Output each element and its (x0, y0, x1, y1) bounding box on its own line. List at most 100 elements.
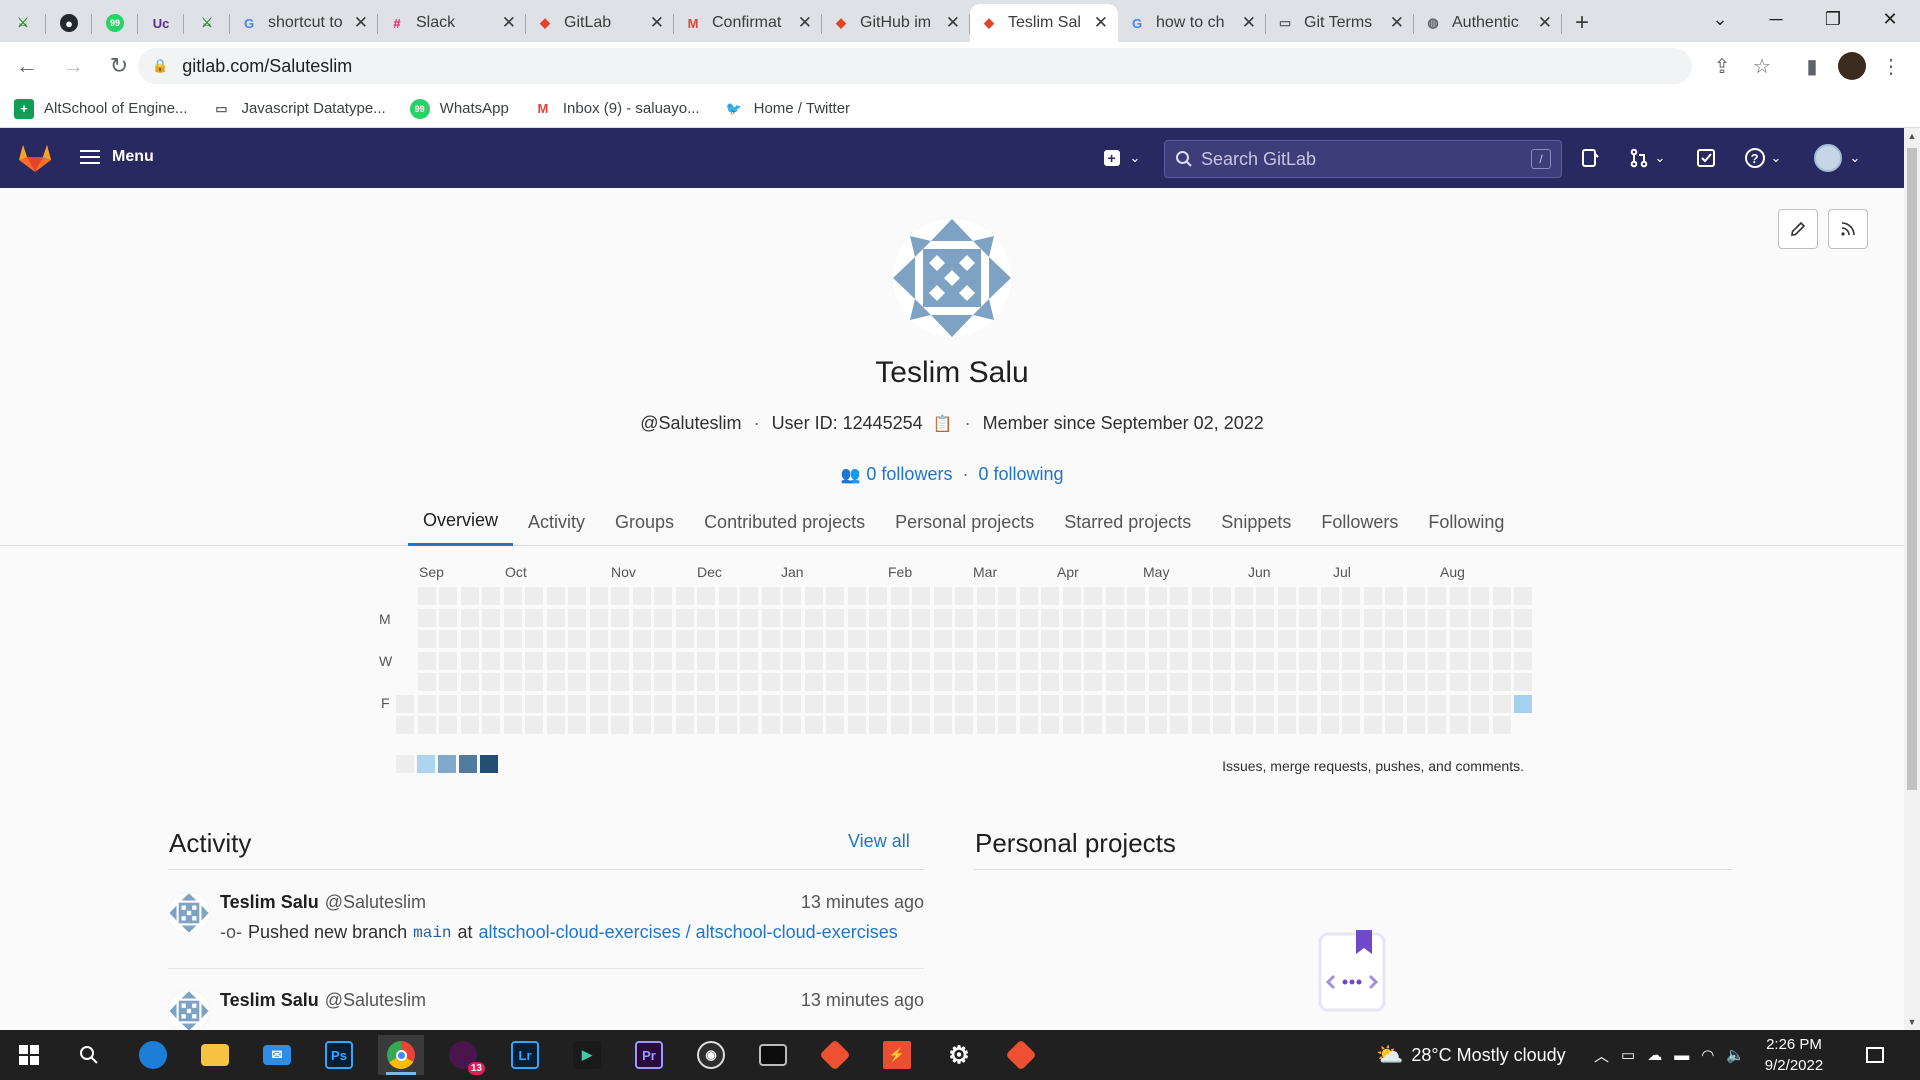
calendar-day-cell[interactable] (912, 608, 930, 627)
close-icon[interactable]: ✕ (1538, 13, 1552, 33)
calendar-day-cell[interactable] (697, 587, 715, 605)
calendar-day-cell[interactable] (1385, 716, 1403, 734)
calendar-day-cell[interactable] (912, 694, 930, 713)
calendar-day-cell[interactable] (1428, 716, 1446, 734)
calendar-day-cell[interactable] (955, 716, 973, 734)
calendar-day-cell[interactable] (675, 587, 694, 605)
rss-feed-button[interactable] (1828, 209, 1868, 249)
calendar-day-cell[interactable] (568, 587, 586, 605)
calendar-day-cell[interactable] (417, 716, 436, 734)
calendar-day-cell[interactable] (503, 673, 522, 691)
calendar-day-cell[interactable] (1041, 694, 1059, 713)
calendar-day-cell[interactable] (1191, 673, 1210, 691)
calendar-day-cell[interactable] (976, 694, 995, 713)
calendar-day-cell[interactable] (933, 716, 952, 734)
reload-icon[interactable]: ↻ (100, 47, 138, 85)
calendar-day-cell[interactable] (1363, 630, 1382, 648)
calendar-day-cell[interactable] (1428, 694, 1446, 713)
calendar-day-cell[interactable] (546, 673, 565, 691)
git-gui-icon[interactable] (998, 1035, 1044, 1075)
calendar-day-cell[interactable] (1363, 587, 1382, 605)
tab-confirmation[interactable]: M Confirmat ✕ (674, 4, 822, 42)
slack-taskbar-icon[interactable]: 13 (440, 1035, 486, 1075)
calendar-day-cell[interactable] (460, 587, 479, 605)
share-icon[interactable]: ⇪ (1704, 48, 1740, 84)
calendar-day-cell[interactable] (847, 630, 866, 648)
calendar-day-cell[interactable] (482, 694, 500, 713)
calendar-day-cell[interactable] (482, 587, 500, 605)
calendar-day-cell[interactable] (890, 587, 909, 605)
tab-snippets[interactable]: Snippets (1206, 498, 1306, 546)
calendar-day-cell[interactable] (1105, 608, 1124, 627)
calendar-day-cell[interactable] (869, 694, 887, 713)
calendar-day-cell[interactable] (503, 630, 522, 648)
calendar-day-cell[interactable] (1170, 608, 1188, 627)
calendar-day-cell[interactable] (761, 608, 780, 627)
help-dropdown[interactable]: ? ⌄ (1738, 142, 1788, 174)
calendar-day-cell[interactable] (1062, 694, 1081, 713)
calendar-day-cell[interactable] (525, 630, 543, 648)
calendar-day-cell[interactable] (890, 673, 909, 691)
calendar-day-cell[interactable] (482, 630, 500, 648)
side-panel-icon[interactable]: ▮ (1794, 48, 1830, 84)
calendar-day-cell[interactable] (439, 651, 457, 670)
page-scrollbar[interactable]: ▲ ▼ (1904, 128, 1920, 1030)
calendar-day-cell[interactable] (1471, 716, 1489, 734)
calendar-day-cell[interactable] (1449, 716, 1468, 734)
calendar-day-cell[interactable] (503, 716, 522, 734)
calendar-day-cell[interactable] (976, 587, 995, 605)
calendar-day-cell[interactable] (761, 630, 780, 648)
calendar-day-cell[interactable] (783, 716, 801, 734)
calendar-day-cell[interactable] (1449, 608, 1468, 627)
calendar-day-cell[interactable] (1342, 651, 1360, 670)
followers-link[interactable]: 0 followers (866, 464, 952, 485)
calendar-day-cell[interactable] (589, 608, 608, 627)
calendar-day-cell[interactable] (1170, 673, 1188, 691)
calendar-day-cell[interactable] (955, 651, 973, 670)
calendar-day-cell[interactable] (761, 587, 780, 605)
calendar-day-cell[interactable] (890, 630, 909, 648)
show-hidden-icons-chevron-icon[interactable]: ︿ (1594, 1045, 1609, 1066)
calendar-day-cell[interactable] (804, 673, 823, 691)
calendar-day-cell[interactable] (697, 630, 715, 648)
calendar-day-cell[interactable] (675, 608, 694, 627)
issues-icon[interactable] (1574, 142, 1606, 174)
calendar-day-cell[interactable] (546, 651, 565, 670)
windows-start-icon[interactable] (6, 1035, 52, 1075)
calendar-day-cell[interactable] (396, 694, 414, 713)
calendar-day-cell[interactable] (1320, 608, 1339, 627)
calendar-day-cell[interactable] (976, 630, 995, 648)
calendar-day-cell[interactable] (1148, 673, 1167, 691)
chrome-icon[interactable] (378, 1035, 424, 1075)
calendar-day-cell[interactable] (998, 608, 1016, 627)
calendar-day-cell[interactable] (1213, 673, 1231, 691)
calendar-day-cell[interactable] (1148, 587, 1167, 605)
calendar-day-cell[interactable] (761, 716, 780, 734)
calendar-day-cell[interactable] (1062, 716, 1081, 734)
calendar-day-cell[interactable] (826, 630, 844, 648)
calendar-day-cell[interactable] (589, 673, 608, 691)
calendar-day-cell[interactable] (568, 651, 586, 670)
calendar-day-cell[interactable] (933, 587, 952, 605)
calendar-day-cell[interactable] (1041, 716, 1059, 734)
meet-now-icon[interactable]: ▭ (1621, 1046, 1635, 1064)
calendar-day-cell[interactable] (675, 673, 694, 691)
calendar-day-cell[interactable] (1492, 694, 1511, 713)
calendar-day-cell[interactable] (1428, 651, 1446, 670)
weather-widget[interactable]: ⛅ 28°C Mostly cloudy (1376, 1030, 1566, 1080)
calendar-day-cell[interactable] (1428, 587, 1446, 605)
calendar-day-cell[interactable] (439, 673, 457, 691)
todo-checkbox-icon[interactable] (1690, 142, 1722, 174)
calendar-day-cell[interactable] (718, 608, 737, 627)
calendar-day-cell[interactable] (525, 716, 543, 734)
calendar-day-cell[interactable] (869, 651, 887, 670)
calendar-day-cell[interactable] (1105, 587, 1124, 605)
calendar-day-cell[interactable] (1019, 608, 1038, 627)
calendar-day-cell[interactable] (1084, 651, 1102, 670)
calendar-day-cell[interactable] (1406, 587, 1425, 605)
calendar-day-cell[interactable] (1234, 716, 1253, 734)
search-input[interactable] (1201, 148, 1521, 170)
calendar-day-cell[interactable] (933, 673, 952, 691)
calendar-day-cell[interactable] (1148, 694, 1167, 713)
calendar-day-cell[interactable] (654, 716, 672, 734)
